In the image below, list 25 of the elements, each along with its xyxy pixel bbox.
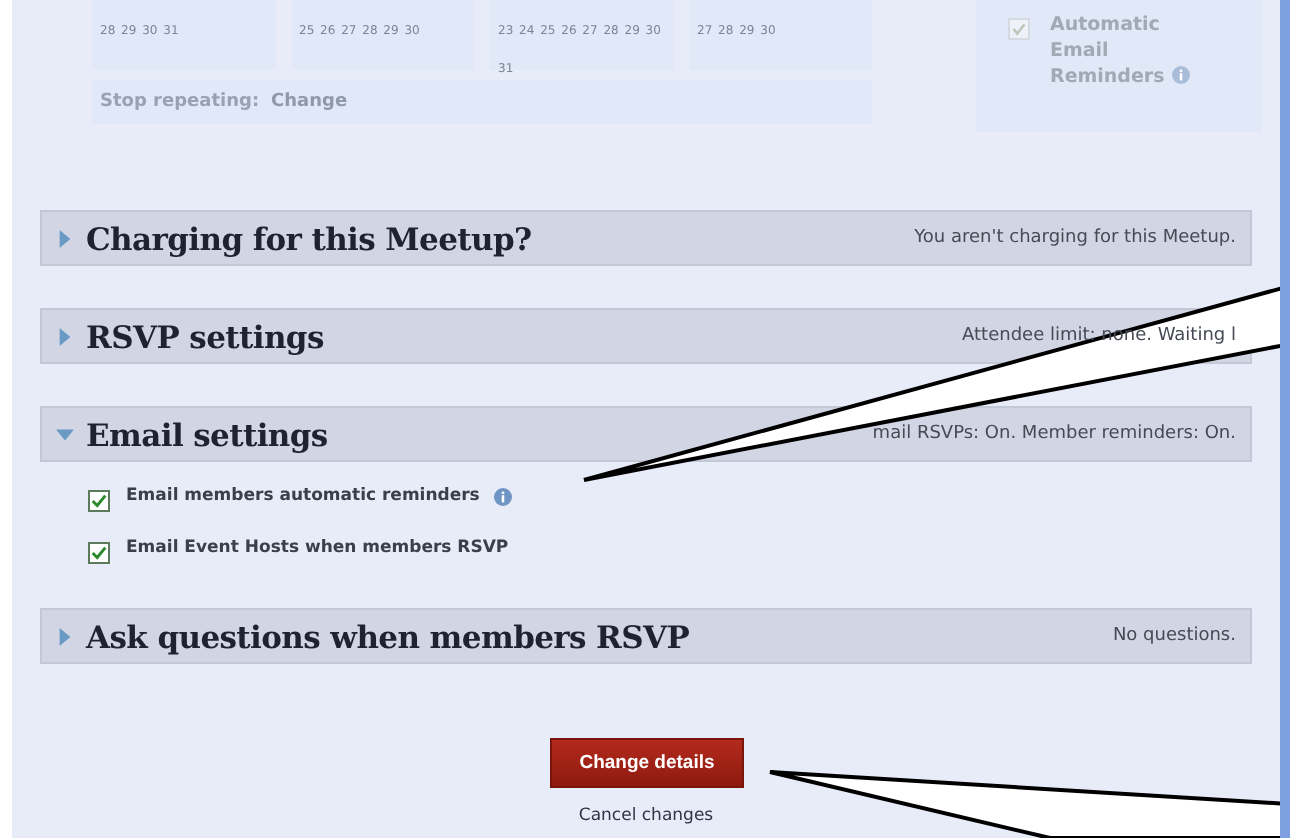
change-details-button[interactable]: Change details — [550, 738, 744, 788]
cancel-changes-link[interactable]: Cancel changes — [578, 806, 714, 826]
caret-right-icon — [56, 229, 74, 247]
section-title: Ask questions when members RSVP — [86, 617, 690, 655]
stop-repeating-label: Stop repeating: — [100, 92, 260, 112]
section-summary: Attendee limit: none. Waiting l — [962, 326, 1236, 346]
section-title: RSVP settings — [86, 317, 324, 355]
section-title: Charging for this Meetup? — [86, 219, 532, 257]
section-header[interactable]: Charging for this Meetup? You aren't charging for this Meetup. — [40, 210, 1252, 266]
section-header[interactable]: Ask questions when members RSVP No questions. — [40, 608, 1252, 664]
option-label: Email members automatic reminders — [126, 486, 480, 506]
checkbox[interactable] — [88, 542, 110, 564]
section-header[interactable]: Email settings mail RSVPs: On. Member reminders: On. — [40, 406, 1252, 462]
checkbox[interactable] — [88, 490, 110, 512]
option-label: Email Event Hosts when members RSVP — [126, 538, 509, 558]
section-summary: You aren't charging for this Meetup. — [914, 228, 1236, 248]
reminder-label: Automatic Email Reminders — [1050, 12, 1210, 132]
section-summary: No questions. — [1112, 626, 1236, 646]
caret-right-icon — [56, 627, 74, 645]
caret-down-icon — [56, 425, 74, 443]
info-icon[interactable] — [1171, 66, 1190, 84]
section-summary: mail RSVPs: On. Member reminders: On. — [872, 424, 1236, 444]
caret-right-icon — [56, 327, 74, 345]
info-icon[interactable] — [493, 487, 512, 505]
section-title: Email settings — [86, 415, 328, 453]
